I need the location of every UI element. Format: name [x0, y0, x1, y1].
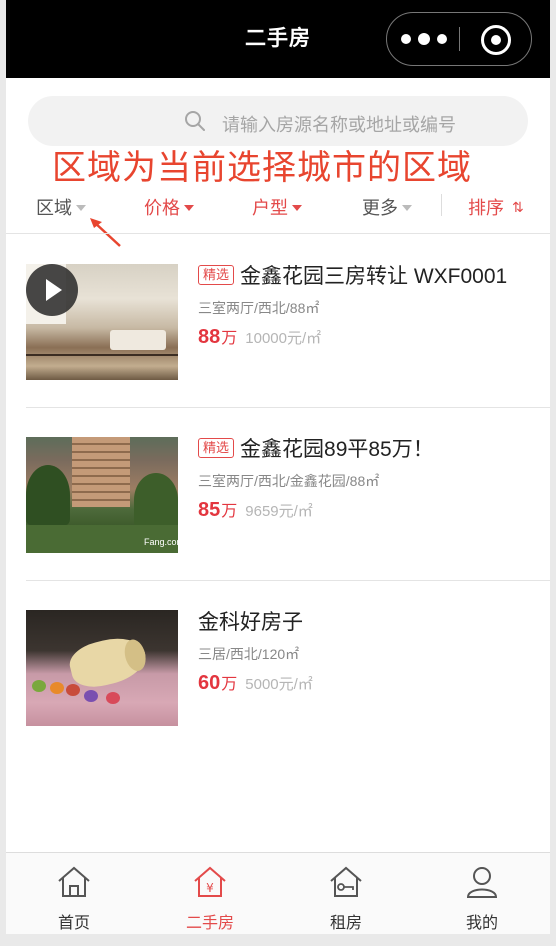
caret-down-icon [184, 205, 194, 211]
house-yen-icon: ¥ [194, 866, 226, 897]
caret-down-icon [402, 205, 412, 211]
listing-desc: 三室两厅/西北/88㎡ [198, 300, 320, 316]
sort-icon: ⇅ [512, 198, 524, 215]
filter-sort[interactable]: 排序 ⇅ [468, 194, 524, 220]
svg-text:¥: ¥ [206, 881, 214, 895]
photo-decoration [106, 692, 120, 704]
search-placeholder: 请输入房源名称或地址或编号 [222, 115, 456, 135]
filter-area-label: 区域 [36, 198, 72, 218]
listing-price-row: 88 万 10000元/㎡ [198, 324, 538, 349]
filter-layout-label: 户型 [252, 198, 288, 218]
listing-price-unit: 万 [221, 676, 238, 693]
tab-rent[interactable]: 租房 [278, 853, 414, 934]
filter-price-label: 价格 [144, 198, 180, 218]
bottom-tab-bar: 首页 ¥ 二手房 租房 我的 [6, 852, 550, 934]
listing-title-row: 金科好房子 [198, 606, 538, 636]
filter-layout[interactable]: 户型 [252, 194, 302, 220]
app-frame: 二手房 请输入房源名称或地址或编号 区域 价格 户型 更多 排序 ⇅ 区域为当前… [6, 0, 550, 934]
photo-object [65, 631, 151, 693]
filter-more[interactable]: 更多 [362, 194, 412, 220]
filter-area[interactable]: 区域 [36, 194, 86, 220]
filter-price[interactable]: 价格 [144, 194, 194, 220]
photo-decoration [32, 680, 46, 692]
listing-photo[interactable] [26, 264, 178, 380]
listing-item[interactable]: Fang.com 精选 金鑫花园89平85万！ 三室两厅/西北/金鑫花园/88㎡… [6, 407, 550, 579]
listing-name: 金鑫花园三房转让 WXF0001 [240, 265, 508, 288]
listing-desc: 三室两厅/西北/金鑫花园/88㎡ [198, 473, 380, 489]
annotation-text: 区域为当前选择城市的区域 [52, 149, 472, 187]
listing-price-row: 85 万 9659元/㎡ [198, 497, 538, 522]
capsule-divider [459, 27, 460, 51]
search-icon [185, 111, 205, 131]
listing-title-row: 精选 金鑫花园89平85万！ [198, 433, 538, 463]
listing-price-unit: 万 [221, 503, 238, 520]
listing-unit-price: 5000元/㎡ [245, 676, 313, 693]
listing-unit-price: 10000元/㎡ [245, 330, 322, 347]
listing-price: 88 [198, 326, 221, 348]
listing-item[interactable]: 金科好房子 三居/西北/120㎡ 60 万 5000元/㎡ [6, 580, 550, 752]
play-icon[interactable] [26, 264, 78, 316]
house-key-icon [330, 866, 362, 897]
featured-badge: 精选 [198, 438, 235, 458]
title-bar: 二手房 [6, 0, 550, 78]
listing-info: 精选 金鑫花园89平85万！ 三室两厅/西北/金鑫花园/88㎡ 85 万 965… [198, 433, 538, 522]
listing-unit-price: 9659元/㎡ [245, 503, 313, 520]
listing-item[interactable]: 精选 金鑫花园三房转让 WXF0001 三室两厅/西北/88㎡ 88 万 100… [6, 234, 550, 406]
filter-more-label: 更多 [362, 198, 398, 218]
listing-title-row: 精选 金鑫花园三房转让 WXF0001 [198, 260, 538, 290]
photo-decoration [50, 682, 64, 694]
photo-watermark: Fang.com [144, 537, 178, 547]
featured-badge: 精选 [198, 265, 235, 285]
close-miniprogram-icon[interactable] [481, 25, 511, 55]
listing-price-row: 60 万 5000元/㎡ [198, 670, 538, 695]
tab-home[interactable]: 首页 [6, 853, 142, 934]
search-input[interactable]: 请输入房源名称或地址或编号 [28, 96, 528, 146]
filter-divider [441, 194, 442, 216]
caret-down-icon [292, 205, 302, 211]
photo-tree [134, 473, 178, 527]
photo-decoration [84, 690, 98, 702]
listing-price: 85 [198, 499, 221, 521]
listing-info: 精选 金鑫花园三房转让 WXF0001 三室两厅/西北/88㎡ 88 万 100… [198, 260, 538, 349]
listing-name: 金鑫花园89平85万！ [240, 438, 434, 461]
user-icon [466, 867, 498, 898]
photo-tree [26, 465, 70, 525]
home-icon [58, 866, 90, 897]
filter-sort-label: 排序 [468, 198, 504, 218]
tab-secondhand[interactable]: ¥ 二手房 [142, 853, 278, 934]
photo-building [72, 437, 130, 507]
tab-secondhand-label: 二手房 [185, 915, 234, 932]
tab-rent-label: 租房 [329, 915, 362, 932]
photo-sofa [110, 330, 166, 350]
photo-decoration [66, 684, 80, 696]
tab-mine[interactable]: 我的 [414, 853, 550, 934]
listing-info: 金科好房子 三居/西北/120㎡ 60 万 5000元/㎡ [198, 606, 538, 695]
listing-name: 金科好房子 [198, 611, 303, 634]
listing-photo[interactable]: Fang.com [26, 437, 178, 553]
more-dots-icon[interactable] [401, 31, 447, 47]
listing-price: 60 [198, 672, 221, 694]
tab-mine-label: 我的 [465, 915, 498, 932]
listing-price-unit: 万 [221, 330, 238, 347]
listing-photo[interactable] [26, 610, 178, 726]
miniprogram-capsule [386, 12, 532, 66]
photo-floor [26, 354, 178, 356]
caret-down-icon [76, 205, 86, 211]
listing-desc: 三居/西北/120㎡ [198, 646, 300, 662]
tab-home-label: 首页 [57, 915, 90, 932]
